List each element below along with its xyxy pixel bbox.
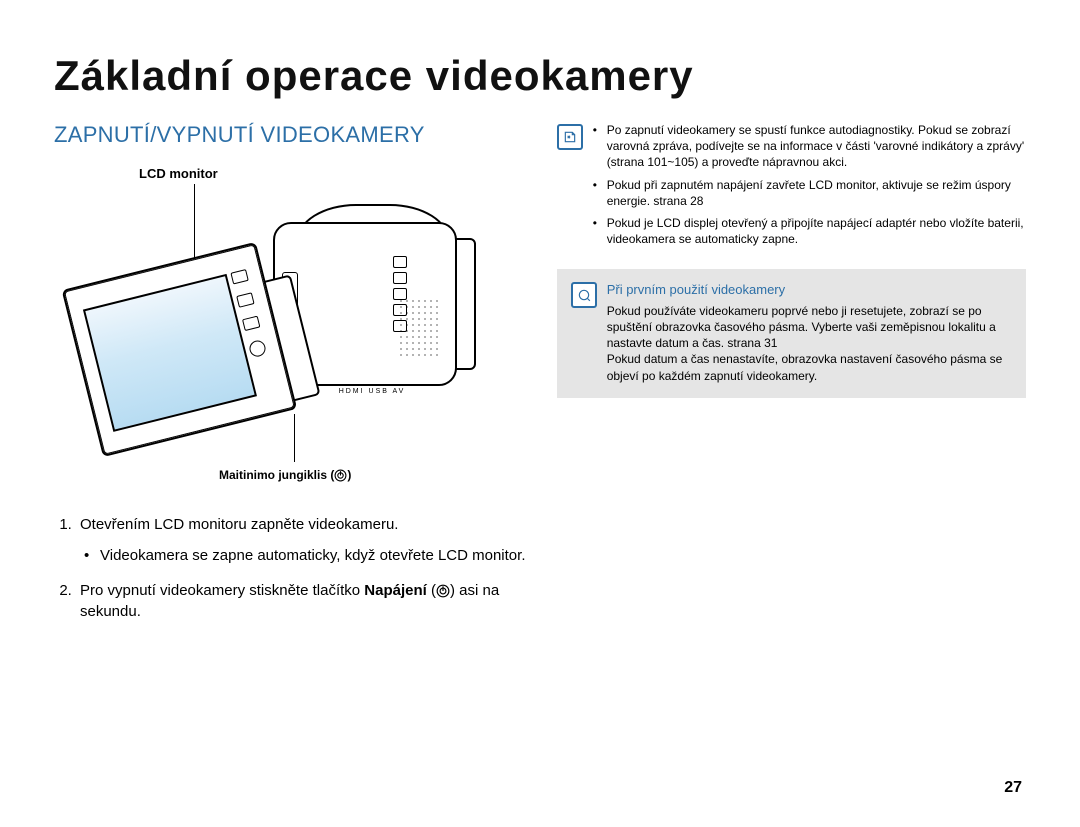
right-column: Po zapnutí videokamery se spustí funkce … [557,122,1026,637]
lcd-button-icon [242,316,260,332]
power-leader-line [294,414,295,462]
note-block: Po zapnutí videokamery se spustí funkce … [557,122,1026,253]
step-2-bold: Napájení [364,582,427,599]
page-number: 27 [1004,779,1022,797]
tip-body: Pokud používáte videokameru poprvé nebo … [607,303,1012,384]
tip-box: Při prvním použití videokamery Pokud pou… [557,269,1026,397]
page-title: Základní operace videokamery [54,52,1026,100]
lcd-button-icon [230,269,248,285]
port-labels: HDMI USB AV [312,388,432,395]
note-item: Pokud je LCD displej otevřený a připojít… [593,215,1026,247]
left-column: ZAPNUTÍ/VYPNUTÍ VIDEOKAMERY LCD monitor … [54,122,533,637]
tip-icon [571,282,597,308]
step-1-text: Otevřením LCD monitoru zapněte videokame… [80,516,398,533]
manual-page: Základní operace videokamery ZAPNUTÍ/VYP… [0,0,1080,827]
step-1-sublist: Videokamera se zapne automaticky, když o… [80,535,533,566]
lcd-assembly [62,235,326,456]
lcd-screen [83,274,257,432]
power-switch-text: Maitinimo jungiklis ( [219,468,334,482]
note-list: Po zapnutí videokamery se spustí funkce … [593,122,1026,253]
steps-list: Otevřením LCD monitoru zapněte videokame… [54,486,533,622]
step-2: Pro vypnutí videokamery stiskněte tlačít… [76,580,533,622]
note-item: Po zapnutí videokamery se spustí funkce … [593,122,1026,171]
note-item: Pokud při zapnutém napájení zavřete LCD … [593,177,1026,209]
step-1: Otevřením LCD monitoru zapněte videokame… [76,514,533,566]
lcd-label: LCD monitor [139,166,218,181]
power-icon [334,469,347,482]
columns: ZAPNUTÍ/VYPNUTÍ VIDEOKAMERY LCD monitor … [54,122,1026,637]
section-heading: ZAPNUTÍ/VYPNUTÍ VIDEOKAMERY [54,122,533,148]
lcd-button-icon [236,292,254,308]
step-1-sub: Videokamera se zapne automaticky, když o… [80,545,533,566]
lcd-leader-line [194,184,195,266]
step-2-pre: Pro vypnutí videokamery stiskněte tlačít… [80,582,364,599]
power-switch-close: ) [347,468,351,482]
lcd-frame [62,242,298,457]
note-icon [557,124,583,150]
step-2-mid: ( [427,582,436,599]
camera-figure: LCD monitor HDMI USB AV [54,166,474,416]
power-icon [436,584,450,598]
tip-content: Při prvním použití videokamery Pokud pou… [607,281,1012,383]
tip-title: Při prvním použití videokamery [607,281,1012,299]
side-icons [393,252,423,372]
lcd-power-icon [248,339,267,358]
power-switch-label: Maitinimo jungiklis ( ) [219,468,351,482]
